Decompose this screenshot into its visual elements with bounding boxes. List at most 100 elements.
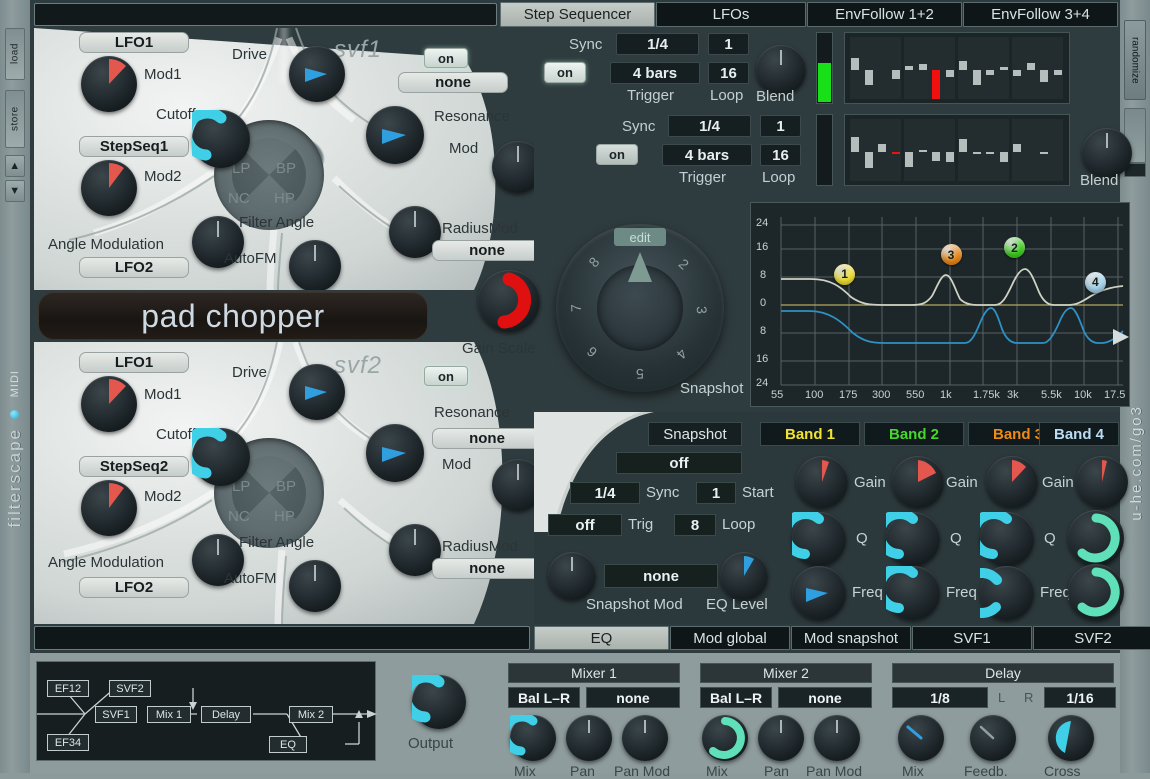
mixer2-bal-label[interactable]: Bal L–R bbox=[700, 687, 772, 708]
top-display-field[interactable] bbox=[34, 3, 497, 26]
svf1-drive-knob[interactable] bbox=[289, 46, 345, 102]
snapshot-mod-knob[interactable] bbox=[548, 552, 596, 600]
stepseq-step-bar[interactable] bbox=[1013, 70, 1022, 77]
mixer1-mix-knob[interactable] bbox=[510, 715, 556, 761]
band-2-gain-knob[interactable] bbox=[892, 456, 944, 508]
svf1-cutoff-knob[interactable] bbox=[192, 110, 250, 168]
stepseq1-on-button[interactable]: on bbox=[544, 62, 586, 83]
stepseq-step-bar[interactable] bbox=[999, 67, 1008, 70]
eq-sync-value[interactable]: 1/4 bbox=[570, 482, 640, 504]
svf1-on-button[interactable]: on bbox=[424, 48, 468, 68]
stepseq-step-bar[interactable] bbox=[891, 152, 900, 154]
tab-envfollow-3-4[interactable]: EnvFollow 3+4 bbox=[963, 2, 1118, 27]
routing-node-ef34[interactable]: EF34 bbox=[47, 734, 89, 751]
stepseq-step-bar[interactable] bbox=[918, 149, 927, 152]
stepseq2-grid[interactable] bbox=[844, 114, 1070, 186]
eq-level-knob[interactable] bbox=[720, 552, 768, 600]
stepseq-step-bar[interactable] bbox=[864, 70, 873, 86]
tab-step-sequencer[interactable]: Step Sequencer bbox=[500, 2, 655, 27]
svf2-mod1-source[interactable]: LFO1 bbox=[79, 352, 189, 373]
svf2-radiusmod-source[interactable]: none bbox=[432, 558, 534, 579]
stepseq-step-bar[interactable] bbox=[932, 152, 941, 162]
svf2-mode-nc[interactable]: NC bbox=[228, 508, 250, 525]
svf1-mod1-knob[interactable] bbox=[81, 56, 137, 112]
stepseq2-trigger-value[interactable]: 4 bars bbox=[662, 144, 752, 166]
band-1-label[interactable]: Band 1 bbox=[785, 426, 835, 443]
routing-diagram[interactable]: EF12 SVF2 SVF1 Mix 1 Delay Mix 2 EF34 EQ bbox=[36, 661, 377, 761]
band-1-freq-knob[interactable] bbox=[792, 566, 846, 620]
svf1-angle-mod-source[interactable]: LFO2 bbox=[79, 257, 189, 278]
routing-node-svf1[interactable]: SVF1 bbox=[95, 706, 137, 723]
snapshot-seg-3[interactable]: 3 bbox=[694, 306, 710, 314]
stepseq-step-bar[interactable] bbox=[972, 152, 981, 154]
svf2-resonance-knob[interactable] bbox=[366, 424, 424, 482]
tab-mod-snapshot[interactable]: Mod snapshot bbox=[791, 626, 911, 650]
stepseq-group[interactable] bbox=[1012, 37, 1063, 99]
stepseq-step-bar[interactable] bbox=[999, 152, 1008, 163]
output-knob[interactable] bbox=[412, 675, 466, 729]
svf2-res-mod-source[interactable]: none bbox=[432, 428, 534, 449]
stepseq2-on-button[interactable]: on bbox=[596, 144, 638, 165]
mixer1-bal-mod[interactable]: none bbox=[586, 687, 680, 708]
svf2-autofm-knob[interactable] bbox=[289, 560, 341, 612]
band-1-gain-knob[interactable] bbox=[796, 456, 848, 508]
svf2-mod1-knob[interactable] bbox=[81, 376, 137, 432]
svf2-mode-hp[interactable]: HP bbox=[274, 508, 295, 525]
svf1-mod2-knob[interactable] bbox=[81, 160, 137, 216]
svf1-on-source[interactable]: none bbox=[398, 72, 508, 93]
svf2-mode-bp[interactable]: BP bbox=[276, 478, 296, 495]
svf2-cutoff-knob[interactable] bbox=[192, 428, 250, 486]
tab-svf1[interactable]: SVF1 bbox=[912, 626, 1032, 650]
stepseq2-sync-value[interactable]: 1/4 bbox=[668, 115, 751, 137]
routing-node-ef12[interactable]: EF12 bbox=[47, 680, 89, 697]
bottom-display-field[interactable] bbox=[34, 626, 530, 650]
routing-node-mix1[interactable]: Mix 1 bbox=[147, 706, 191, 723]
stepseq1-sync-value[interactable]: 1/4 bbox=[616, 33, 699, 55]
stepseq-step-bar[interactable] bbox=[972, 70, 981, 86]
band-3-gain-knob[interactable] bbox=[986, 456, 1038, 508]
stepseq-step-bar[interactable] bbox=[918, 63, 927, 70]
band-4-freq-knob[interactable] bbox=[1068, 564, 1124, 620]
stepseq2-loop-start[interactable]: 1 bbox=[760, 115, 801, 137]
stepseq-step-bar[interactable] bbox=[851, 136, 860, 152]
eq-band-node-3[interactable]: 3 bbox=[940, 244, 962, 266]
load-button[interactable]: load bbox=[5, 28, 25, 80]
band-2-label[interactable]: Band 2 bbox=[889, 426, 939, 443]
tab-svf2[interactable]: SVF2 bbox=[1033, 626, 1150, 650]
mixer1-pan-knob[interactable] bbox=[566, 715, 612, 761]
stepseq-step-bar[interactable] bbox=[986, 70, 995, 76]
stepseq-step-bar[interactable] bbox=[1026, 63, 1035, 70]
stepseq-step-bar[interactable] bbox=[864, 152, 873, 168]
stepseq-step-bar[interactable] bbox=[905, 152, 914, 167]
snapshot-seg-5[interactable]: 5 bbox=[636, 366, 644, 382]
band-4-gain-knob[interactable] bbox=[1076, 456, 1128, 508]
tab-envfollow-1-2[interactable]: EnvFollow 1+2 bbox=[807, 2, 962, 27]
mixer2-bal-mod[interactable]: none bbox=[778, 687, 872, 708]
svf1-mode-bp[interactable]: BP bbox=[276, 160, 296, 177]
randomize-button[interactable]: randomize bbox=[1124, 20, 1146, 100]
mixer2-pan-knob[interactable] bbox=[758, 715, 804, 761]
stepseq-step-bar[interactable] bbox=[945, 152, 954, 162]
stepseq-step-bar[interactable] bbox=[1053, 70, 1062, 75]
snapshot-value-field[interactable]: off bbox=[616, 452, 742, 474]
band-3-freq-knob[interactable] bbox=[980, 566, 1034, 620]
snapshot-seg-7[interactable]: 7 bbox=[568, 304, 584, 312]
routing-node-mix2[interactable]: Mix 2 bbox=[289, 706, 333, 723]
store-button[interactable]: store bbox=[5, 90, 25, 148]
routing-node-delay[interactable]: Delay bbox=[201, 706, 251, 723]
eq-band-node-2[interactable]: 2 bbox=[1003, 237, 1025, 259]
band-4-q-knob[interactable] bbox=[1068, 510, 1124, 566]
eq-loop-value[interactable]: 8 bbox=[674, 514, 716, 536]
band-3-label[interactable]: Band 3 bbox=[993, 426, 1043, 443]
svf2-mod2-knob[interactable] bbox=[81, 480, 137, 536]
band-1-q-knob[interactable] bbox=[792, 512, 846, 566]
preset-down-button[interactable]: ▼ bbox=[5, 180, 25, 202]
delay-feedback-knob[interactable] bbox=[970, 715, 1016, 761]
stepseq-step-bar[interactable] bbox=[959, 61, 968, 70]
delay-mix-knob[interactable] bbox=[898, 715, 944, 761]
eq-trig-value[interactable]: off bbox=[548, 514, 622, 536]
eq-band-node-1[interactable]: 1 bbox=[834, 263, 856, 285]
delay-left-time[interactable]: 1/8 bbox=[892, 687, 988, 708]
preset-name-bar[interactable]: pad chopper bbox=[38, 292, 428, 340]
stepseq1-trigger-value[interactable]: 4 bars bbox=[610, 62, 700, 84]
